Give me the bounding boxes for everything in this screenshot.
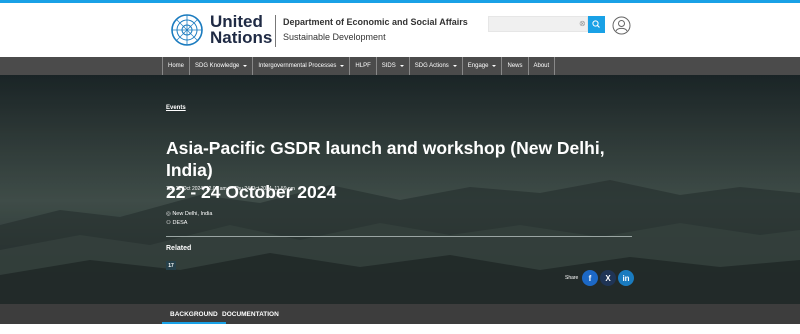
nav-item-sdg-knowledge[interactable]: SDG Knowledge	[190, 57, 254, 75]
nav-item-engage[interactable]: Engage	[463, 57, 503, 75]
event-hero: Events Asia-Pacific GSDR launch and work…	[0, 75, 800, 304]
nav-item-hlpf[interactable]: HLPF	[350, 57, 377, 75]
nav-item-intergovernmental-processes[interactable]: Intergovernmental Processes	[253, 57, 351, 75]
sdg-17-badge[interactable]: 17	[166, 261, 176, 270]
nav-item-label: SDG Actions	[414, 63, 449, 69]
events-category-link[interactable]: Events	[166, 105, 186, 111]
nav-list: Home SDG Knowledge Intergovernmental Pro…	[162, 57, 556, 75]
nav-item-news[interactable]: News	[502, 57, 529, 75]
tab-documentation[interactable]: DOCUMENTATION	[222, 304, 279, 324]
related-heading: Related	[166, 245, 192, 252]
search-clear-icon[interactable]: ⊗	[579, 19, 586, 28]
search-input[interactable]	[488, 16, 588, 32]
nav-item-label: SIDS	[381, 63, 396, 69]
page-content-start	[0, 324, 800, 334]
facebook-icon: f	[588, 273, 592, 283]
x-share-button[interactable]: X	[600, 270, 616, 286]
un-logo-text[interactable]: United Nations	[210, 13, 273, 47]
department-name[interactable]: Department of Economic and Social Affair…	[283, 17, 468, 27]
event-location: ◎ New Delhi, India	[166, 211, 212, 217]
logo-line-2: Nations	[210, 28, 273, 47]
nav-item-about[interactable]: About	[529, 57, 556, 75]
event-title-line-1: Asia-Pacific GSDR launch and workshop (N…	[166, 138, 605, 180]
section-divider	[166, 236, 632, 237]
linkedin-icon: in	[622, 273, 630, 283]
x-icon: X	[605, 273, 611, 283]
event-title-line-2: 22 - 24 October 2024	[166, 182, 337, 202]
tab-background[interactable]: BACKGROUND	[162, 304, 226, 324]
event-datetime: Tue 22 Oct 2024, 12.00 am — Thu 24 Oct 2…	[166, 186, 295, 192]
caret-down-icon	[452, 65, 457, 67]
event-organizer: ⚇ DESA	[166, 220, 187, 226]
caret-down-icon	[340, 65, 345, 67]
caret-down-icon	[492, 65, 497, 67]
subdepartment-name[interactable]: Sustainable Development	[283, 32, 386, 42]
search-button[interactable]	[588, 16, 605, 33]
nav-item-label: Home	[168, 63, 185, 69]
search-icon	[592, 20, 600, 28]
logo-divider	[275, 15, 276, 47]
event-organizer-text: DESA	[172, 220, 188, 226]
site-header: United Nations Department of Economic an…	[0, 3, 800, 57]
caret-down-icon	[399, 65, 404, 67]
nav-item-label: Intergovernmental Processes	[258, 63, 337, 69]
nav-item-label: About	[533, 63, 550, 69]
share-label: Share	[565, 275, 579, 281]
facebook-share-button[interactable]: f	[582, 270, 598, 286]
nav-item-label: Engage	[467, 63, 489, 69]
main-navigation: Home SDG Knowledge Intergovernmental Pro…	[0, 57, 800, 75]
caret-down-icon	[243, 65, 248, 67]
event-location-text: New Delhi, India	[172, 211, 213, 217]
linkedin-share-button[interactable]: in	[618, 270, 634, 286]
content-tabs: BACKGROUND DOCUMENTATION	[0, 304, 800, 324]
event-title: Asia-Pacific GSDR launch and workshop (N…	[166, 137, 636, 203]
nav-item-label: News	[507, 63, 523, 69]
user-account-icon[interactable]	[612, 16, 631, 35]
nav-item-sdg-actions[interactable]: SDG Actions	[410, 57, 463, 75]
nav-item-label: SDG Knowledge	[195, 63, 240, 69]
un-emblem-icon[interactable]	[170, 13, 204, 47]
nav-item-sids[interactable]: SIDS	[377, 57, 410, 75]
nav-item-home[interactable]: Home	[163, 57, 191, 75]
nav-item-label: HLPF	[355, 63, 371, 69]
